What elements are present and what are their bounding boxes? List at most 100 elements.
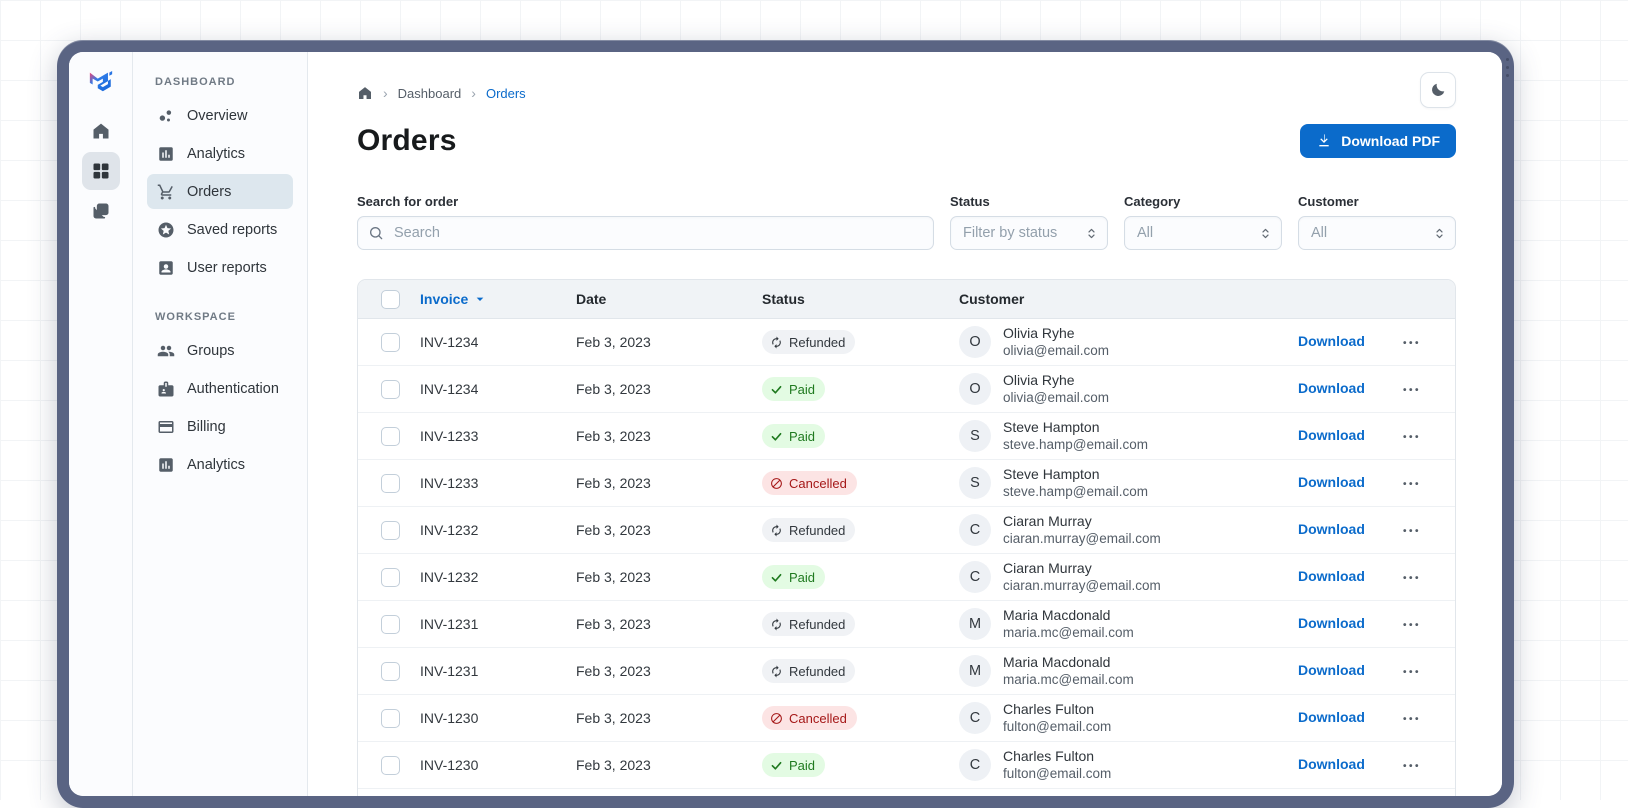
check-icon	[770, 383, 783, 396]
unfold-more-icon	[1432, 226, 1447, 241]
icon-rail	[69, 52, 133, 796]
shopping-cart-icon	[157, 183, 175, 201]
row-menu-button[interactable]: •••	[1403, 761, 1421, 772]
row-checkbox[interactable]	[381, 614, 400, 634]
status-chip-paid: Paid	[762, 753, 826, 777]
table-row: INV-1232 Feb 3, 2023 Paid C Ciaran Murra…	[358, 554, 1455, 601]
row-checkbox[interactable]	[381, 708, 400, 728]
avatar: C	[959, 513, 991, 546]
row-download-link[interactable]: Download	[1298, 662, 1365, 678]
groups-icon	[157, 342, 175, 360]
check-icon	[770, 759, 783, 772]
table-row	[358, 789, 1455, 796]
sidebar-item-orders[interactable]: Orders	[147, 174, 293, 209]
row-download-link[interactable]: Download	[1298, 333, 1365, 349]
search-label: Search for order	[357, 194, 459, 209]
row-download-link[interactable]: Download	[1298, 615, 1365, 631]
window-scrollbar[interactable]	[1504, 58, 1511, 77]
status-chip-refunded: Refunded	[762, 518, 856, 542]
refresh-icon	[770, 336, 783, 349]
row-menu-button[interactable]: •••	[1403, 385, 1421, 396]
column-header-customer: Customer	[959, 291, 1025, 307]
row-checkbox[interactable]	[381, 379, 400, 399]
rail-button-home-icon[interactable]	[82, 112, 120, 150]
breadcrumb-dashboard[interactable]: Dashboard	[398, 86, 462, 101]
dark-mode-toggle[interactable]	[1420, 72, 1456, 108]
select-customer[interactable]: All	[1298, 216, 1456, 250]
row-menu-button[interactable]: •••	[1403, 526, 1421, 537]
row-checkbox[interactable]	[381, 332, 400, 352]
badge-icon	[157, 380, 175, 398]
row-download-link[interactable]: Download	[1298, 474, 1365, 490]
sidebar-item-saved-reports[interactable]: Saved reports	[147, 212, 293, 247]
rail-button-layers-icon[interactable]	[82, 192, 120, 230]
status-chip-paid: Paid	[762, 565, 826, 589]
avatar: M	[959, 607, 991, 640]
row-checkbox[interactable]	[381, 661, 400, 681]
avatar: S	[959, 466, 991, 499]
desktop-background: DASHBOARD Overview Analytics Orders Saved re…	[0, 0, 1628, 808]
row-menu-button[interactable]: •••	[1403, 338, 1421, 349]
sidebar: DASHBOARD Overview Analytics Orders Saved re…	[133, 52, 308, 796]
filter-label-category: Category	[1124, 194, 1181, 209]
row-checkbox[interactable]	[381, 473, 400, 493]
row-download-link[interactable]: Download	[1298, 521, 1365, 537]
download-pdf-button[interactable]: Download PDF	[1300, 124, 1456, 158]
row-download-link[interactable]: Download	[1298, 380, 1365, 396]
table-row: INV-1234 Feb 3, 2023 Refunded O Olivia R…	[358, 319, 1455, 366]
unfold-more-icon	[1084, 226, 1099, 241]
sidebar-item-analytics[interactable]: Analytics	[147, 136, 293, 171]
row-checkbox[interactable]	[381, 520, 400, 540]
status-chip-refunded: Refunded	[762, 612, 856, 636]
orders-table: Invoice Date Status Customer INV-1234 Fe…	[357, 279, 1456, 796]
sidebar-item-groups[interactable]: Groups	[147, 333, 293, 368]
sidebar-item-billing[interactable]: Billing	[147, 409, 293, 444]
breadcrumb: › Dashboard › Orders	[357, 85, 526, 101]
credit-card-icon	[157, 418, 175, 436]
row-menu-button[interactable]: •••	[1403, 479, 1421, 490]
refresh-icon	[770, 618, 783, 631]
mui-logo[interactable]	[86, 66, 116, 96]
row-menu-button[interactable]: •••	[1403, 714, 1421, 725]
column-header-invoice[interactable]: Invoice	[420, 291, 576, 307]
moon-icon	[1432, 83, 1445, 96]
home-icon[interactable]	[357, 85, 373, 101]
row-checkbox[interactable]	[381, 567, 400, 587]
select-status[interactable]: Filter by status	[950, 216, 1108, 250]
filter-bar: Search for order Status Filter by status C…	[357, 194, 1456, 250]
row-download-link[interactable]: Download	[1298, 709, 1365, 725]
rail-button-dashboard-grid-icon[interactable]	[81, 152, 120, 190]
search-icon	[368, 225, 384, 241]
search-input[interactable]	[392, 224, 923, 242]
search-field[interactable]	[357, 216, 934, 250]
column-header-status: Status	[762, 291, 805, 307]
row-download-link[interactable]: Download	[1298, 427, 1365, 443]
unfold-more-icon	[1258, 226, 1273, 241]
row-menu-button[interactable]: •••	[1403, 667, 1421, 678]
row-download-link[interactable]: Download	[1298, 568, 1365, 584]
select-all-checkbox[interactable]	[381, 289, 400, 309]
download-icon	[1319, 134, 1329, 147]
sidebar-item-user-reports[interactable]: User reports	[147, 250, 293, 285]
row-download-link[interactable]: Download	[1298, 756, 1365, 772]
row-checkbox[interactable]	[381, 426, 400, 446]
status-chip-refunded: Refunded	[762, 659, 856, 683]
sidebar-item-authentication[interactable]: Authentication	[147, 371, 293, 406]
block-icon	[770, 477, 783, 490]
select-category[interactable]: All	[1124, 216, 1282, 250]
sidebar-item-overview[interactable]: Overview	[147, 98, 293, 133]
row-menu-button[interactable]: •••	[1403, 432, 1421, 443]
status-chip-refunded: Refunded	[762, 330, 856, 354]
star-circle-icon	[157, 221, 175, 239]
check-icon	[770, 571, 783, 584]
insert-chart-icon	[157, 456, 175, 474]
status-chip-cancelled: Cancelled	[762, 471, 857, 495]
row-menu-button[interactable]: •••	[1403, 573, 1421, 584]
sidebar-item-analytics[interactable]: Analytics	[147, 447, 293, 482]
block-icon	[770, 712, 783, 725]
row-checkbox[interactable]	[381, 755, 400, 775]
table-row: INV-1230 Feb 3, 2023 Cancelled C Charles…	[358, 695, 1455, 742]
table-row: INV-1233 Feb 3, 2023 Cancelled S Steve H…	[358, 460, 1455, 507]
status-chip-paid: Paid	[762, 377, 826, 401]
row-menu-button[interactable]: •••	[1403, 620, 1421, 631]
